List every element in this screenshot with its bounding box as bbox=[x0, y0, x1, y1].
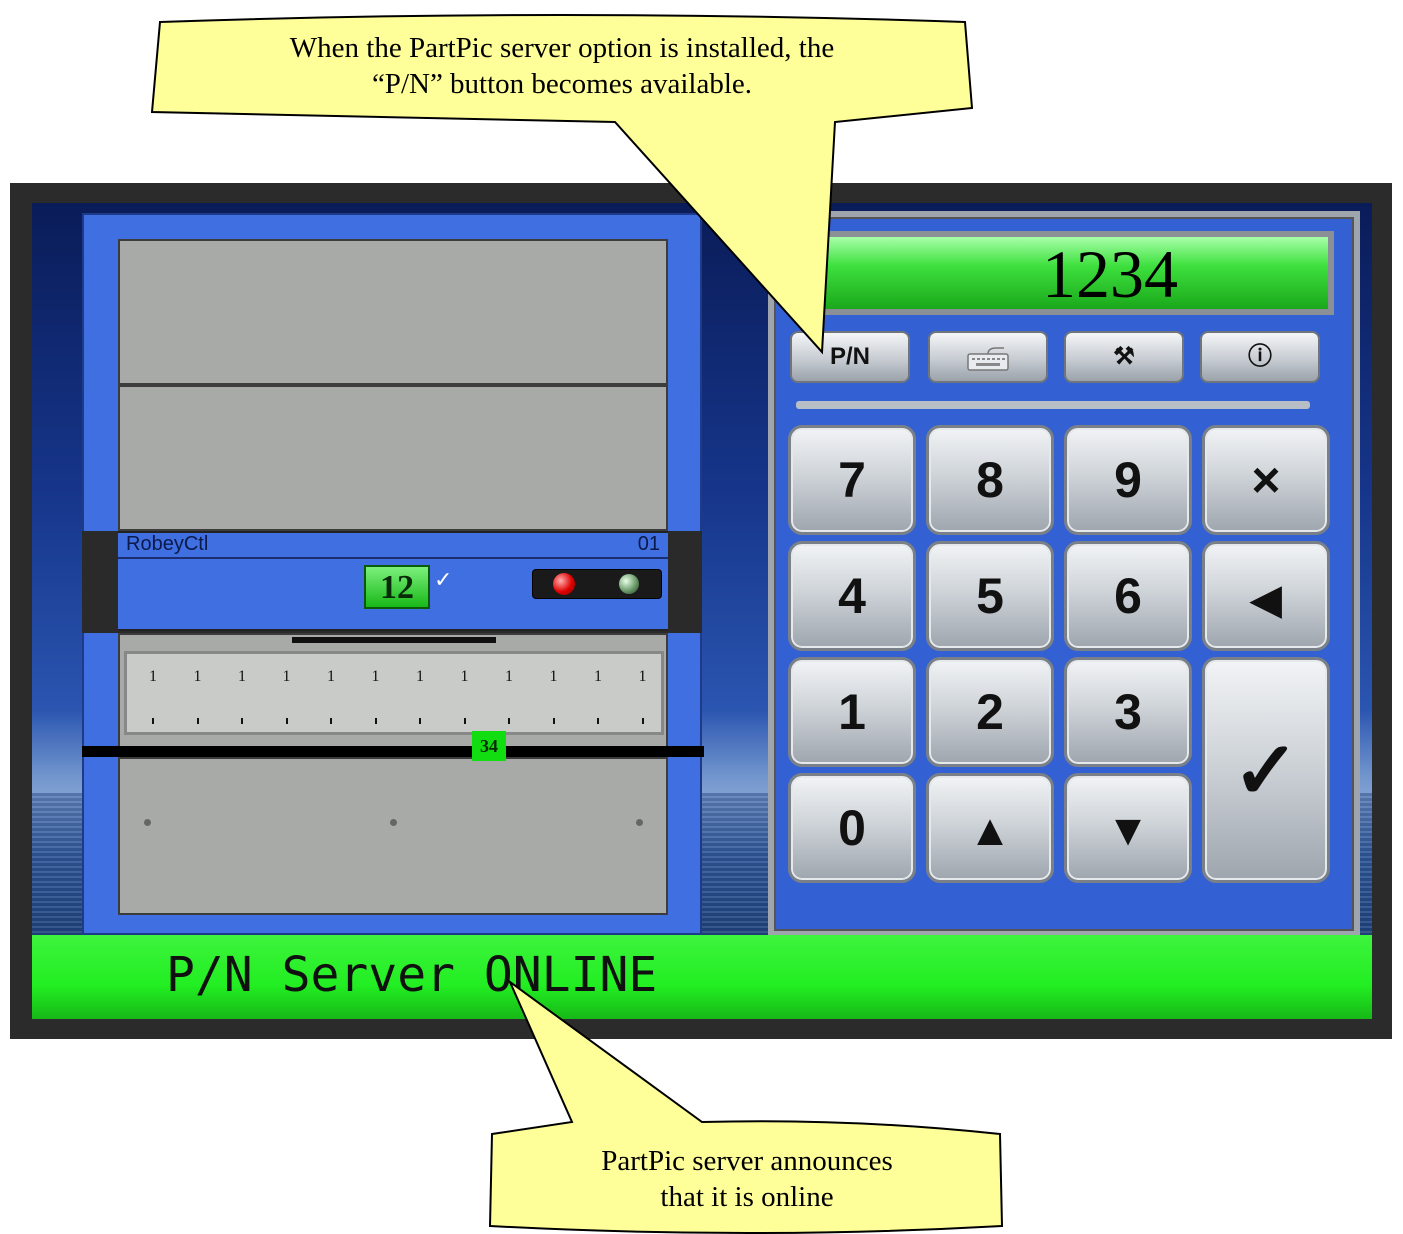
level-button[interactable]: 12 bbox=[364, 565, 430, 609]
tray-tick bbox=[463, 718, 466, 724]
key-7[interactable]: 7 bbox=[788, 425, 916, 535]
bolt-icon bbox=[636, 819, 643, 826]
keyboard-icon bbox=[967, 347, 1009, 371]
info-icon: ⓘ bbox=[1248, 343, 1272, 370]
key-1[interactable]: 1 bbox=[788, 657, 916, 767]
checkmark-icon: ✓ bbox=[1232, 726, 1300, 815]
tray-window: 1 1 1 1 1 1 1 1 1 1 1 1 bbox=[124, 651, 664, 735]
key-5[interactable]: 5 bbox=[926, 541, 1054, 651]
callout-bottom-line2: that it is online bbox=[660, 1181, 834, 1213]
up-arrow-icon: ▲ bbox=[968, 806, 1012, 855]
key-3[interactable]: 3 bbox=[1064, 657, 1192, 767]
green-light-icon bbox=[619, 574, 639, 594]
key-0[interactable]: 0 bbox=[788, 773, 916, 883]
down-key[interactable]: ▼ bbox=[1064, 773, 1192, 883]
pn-button[interactable]: P/N bbox=[790, 331, 910, 383]
tray-tick bbox=[285, 718, 288, 724]
tray-tick bbox=[641, 718, 644, 724]
bolt-icon bbox=[144, 819, 151, 826]
screen-display: RobeyCtl 01 12 ✓ 111111111111 34 1234 P/… bbox=[32, 203, 1372, 1019]
check-icon: ✓ bbox=[434, 567, 453, 592]
tray-tick bbox=[508, 718, 510, 724]
tray-tick-label: 1 bbox=[371, 668, 380, 685]
controller-number: 01 bbox=[637, 533, 660, 555]
close-icon: × bbox=[1251, 452, 1281, 508]
upper-bay-1 bbox=[118, 239, 668, 385]
tray-tick bbox=[374, 718, 377, 724]
tray-number-badge: 34 bbox=[472, 731, 506, 761]
keypad: 1234 P/N ⚒ ⓘ 7 8 9 × 4 5 6 ◀ 1 2 3 ✓ 0 ▲… bbox=[768, 211, 1360, 937]
tray-tick-label: 1 bbox=[238, 668, 246, 685]
callout-bottom-text: PartPic server announces that it is onli… bbox=[492, 1143, 1002, 1215]
status-text: P/N Server ONLINE bbox=[166, 947, 658, 1003]
tray-tick bbox=[419, 718, 421, 724]
bolt-icon bbox=[390, 819, 397, 826]
key-8[interactable]: 8 bbox=[926, 425, 1054, 535]
tray-tick-label: 1 bbox=[549, 668, 558, 685]
lower-bay bbox=[118, 757, 668, 915]
tray-tick-label: 1 bbox=[149, 668, 157, 685]
tray-tick bbox=[152, 718, 154, 724]
tools-button[interactable]: ⚒ bbox=[1064, 331, 1184, 383]
backspace-key[interactable]: ◀ bbox=[1202, 541, 1330, 651]
tools-icon: ⚒ bbox=[1113, 343, 1135, 370]
tray-tick-label: 1 bbox=[282, 668, 291, 685]
control-band: RobeyCtl 01 12 ✓ bbox=[82, 531, 702, 633]
key-2[interactable]: 2 bbox=[926, 657, 1054, 767]
control-panel: RobeyCtl 01 12 ✓ bbox=[118, 531, 668, 631]
key-6[interactable]: 6 bbox=[1064, 541, 1192, 651]
keyboard-button[interactable] bbox=[928, 331, 1048, 383]
tray-tick bbox=[597, 718, 599, 724]
tray-tick bbox=[330, 718, 332, 724]
tray[interactable]: 1 1 1 1 1 1 1 1 1 1 1 1 bbox=[118, 633, 668, 751]
tray-tick-label: 1 bbox=[327, 668, 335, 685]
tray-rail bbox=[82, 746, 704, 757]
screen-frame: RobeyCtl 01 12 ✓ 111111111111 34 1234 P/… bbox=[10, 183, 1392, 1039]
keypad-display: 1234 bbox=[788, 231, 1334, 315]
tray-tick-label: 1 bbox=[638, 668, 647, 685]
controller-name: RobeyCtl bbox=[126, 533, 209, 555]
display-value: 1234 bbox=[1042, 236, 1178, 312]
key-9[interactable]: 9 bbox=[1064, 425, 1192, 535]
control-divider bbox=[118, 557, 668, 559]
back-arrow-icon: ◀ bbox=[1250, 578, 1282, 622]
clear-key[interactable]: × bbox=[1202, 425, 1330, 535]
enter-key[interactable]: ✓ bbox=[1202, 657, 1330, 883]
tray-tick-label: 1 bbox=[416, 668, 424, 685]
status-bar: P/N Server ONLINE bbox=[32, 935, 1372, 1019]
upper-bay-2 bbox=[118, 385, 668, 531]
function-separator bbox=[796, 401, 1310, 409]
callout-top-line2: “P/N” button becomes available. bbox=[371, 68, 753, 100]
tray-tick bbox=[241, 718, 243, 724]
tray-tick-label: 1 bbox=[460, 668, 469, 685]
tray-handle bbox=[292, 637, 496, 643]
up-key[interactable]: ▲ bbox=[926, 773, 1054, 883]
callout-top-line1: When the PartPic server option is instal… bbox=[289, 32, 835, 64]
tray-tick bbox=[196, 718, 199, 724]
tray-tick-label: 1 bbox=[594, 668, 602, 685]
storage-machine: RobeyCtl 01 12 ✓ 1 1 1 1 1 1 1 1 1 1 1 1 34 bbox=[82, 213, 704, 935]
info-button[interactable]: ⓘ bbox=[1200, 331, 1320, 383]
callout-bottom-line1: PartPic server announces bbox=[601, 1145, 893, 1177]
callout-top-text: When the PartPic server option is instal… bbox=[152, 30, 972, 102]
down-arrow-icon: ▼ bbox=[1106, 806, 1150, 855]
red-light-icon bbox=[553, 573, 575, 595]
tray-tick-label: 1 bbox=[505, 668, 513, 685]
key-4[interactable]: 4 bbox=[788, 541, 916, 651]
tray-tick-label: 1 bbox=[193, 668, 202, 685]
tray-tick bbox=[552, 718, 555, 724]
status-lights bbox=[532, 569, 662, 599]
